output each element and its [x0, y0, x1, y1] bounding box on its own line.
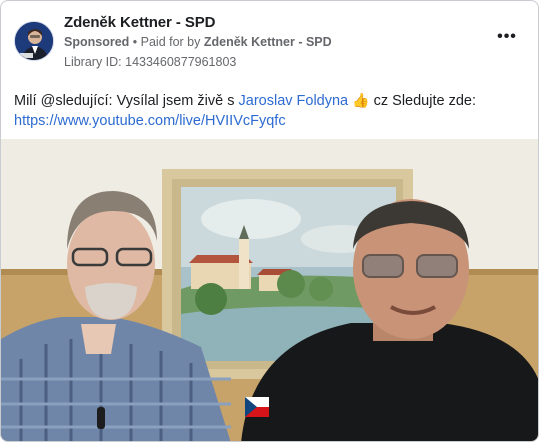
separator: • [129, 35, 141, 49]
thumbs-up-icon: 👍 [352, 92, 370, 108]
library-id: Library ID: 1433460877961803 [64, 55, 237, 69]
sponsored-post-card: Zdeněk Kettner - SPD Sponsored • Paid fo… [0, 0, 539, 442]
text-middle: : Vysílal jsem živě s [108, 93, 239, 109]
mention: @sledující [40, 93, 109, 109]
more-options-button[interactable]: ••• [493, 29, 521, 49]
paid-for-by: Zdeněk Kettner - SPD [203, 35, 332, 49]
sponsor-line: Sponsored • Paid for by Zdeněk Kettner -… [64, 35, 332, 49]
post-text: Milí @sledující: Vysílal jsem živě s Jar… [14, 90, 529, 131]
page-avatar[interactable] [14, 21, 54, 61]
paid-for-prefix: Paid for by [140, 35, 204, 49]
youtube-link[interactable]: https://www.youtube.com/live/HVIIVcFyqfc [14, 111, 529, 131]
sponsored-label: Sponsored [64, 35, 130, 49]
linked-name[interactable]: Jaroslav Foldyna [239, 93, 349, 109]
text-suffix: cz Sledujte zde: [369, 93, 476, 109]
text-prefix: Milí [14, 93, 41, 109]
more-horizontal-icon: ••• [497, 28, 517, 45]
video-thumbnail[interactable] [1, 139, 538, 441]
page-name[interactable]: Zdeněk Kettner - SPD [64, 14, 215, 31]
